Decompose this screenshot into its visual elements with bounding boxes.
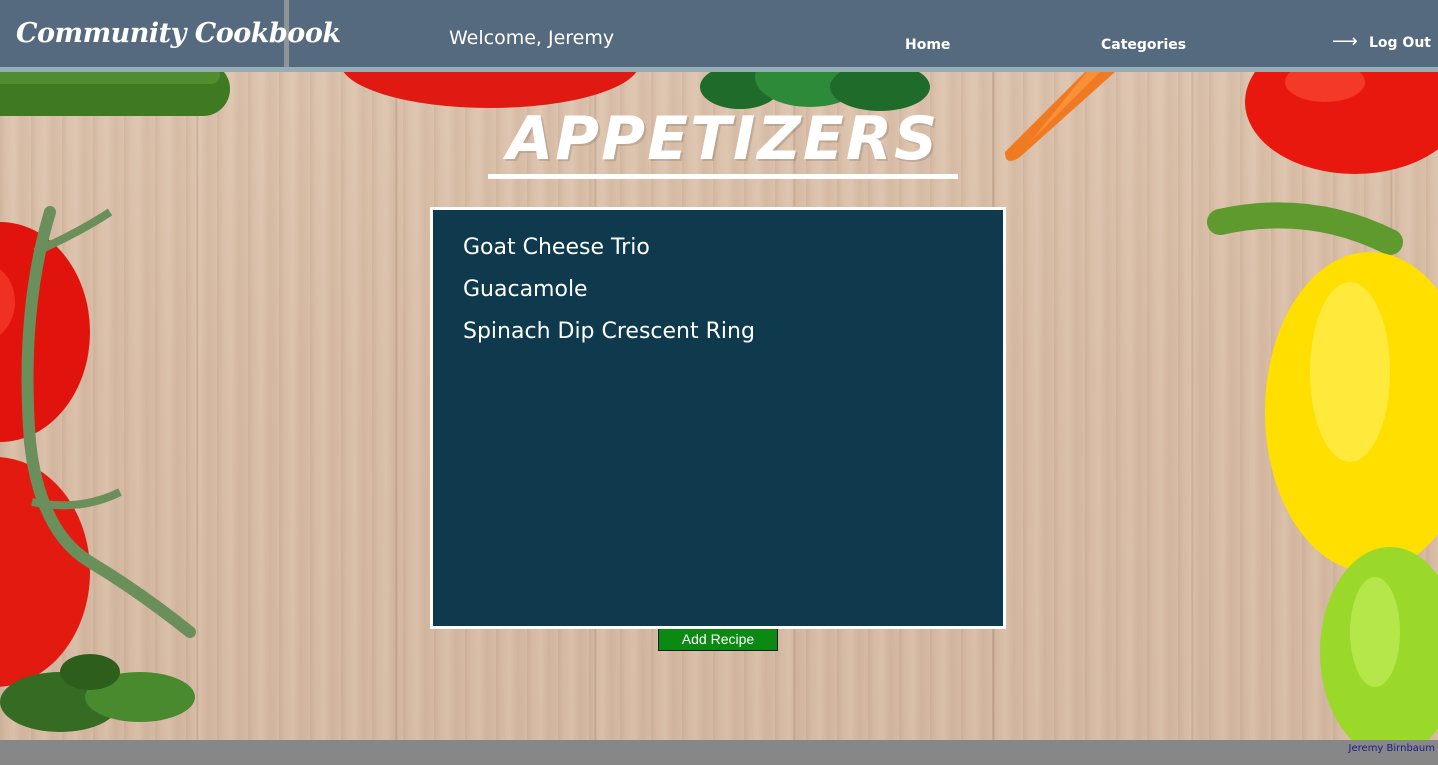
recipe-list: Goat Cheese Trio Guacamole Spinach Dip C… [433, 210, 1003, 353]
brand-title[interactable]: Community Cookbook [16, 18, 341, 49]
brand: Community Cookbook [0, 0, 341, 67]
logout-link[interactable]: ⟶ Log Out [1332, 31, 1431, 52]
category-title-underline [488, 174, 958, 179]
recipe-item-spinach-dip[interactable]: Spinach Dip Crescent Ring [463, 311, 1003, 353]
arrow-right-icon: ⟶ [1332, 31, 1358, 52]
recipe-item-goat-cheese-trio[interactable]: Goat Cheese Trio [463, 227, 1003, 269]
nav-home-link[interactable]: Home [905, 37, 950, 53]
footer: Jeremy Birnbaum [0, 740, 1438, 765]
footer-credit: Jeremy Birnbaum [1348, 743, 1435, 754]
carrot-image [1005, 72, 1115, 161]
logout-label: Log Out [1369, 35, 1431, 51]
category-title: APPETIZERS [506, 104, 940, 174]
recipe-item-guacamole[interactable]: Guacamole [463, 269, 1003, 311]
cucumber-image [0, 72, 230, 116]
green-pepper-image [1320, 547, 1438, 740]
welcome-message: Welcome, Jeremy [449, 27, 615, 49]
add-recipe-button[interactable]: Add Recipe [658, 629, 778, 651]
recipe-list-panel: Goat Cheese Trio Guacamole Spinach Dip C… [430, 207, 1006, 629]
tomatoes-left-image [0, 206, 196, 687]
tomato-right-image [1245, 72, 1438, 174]
top-nav-bar: Community Cookbook Welcome, Jeremy Home … [0, 0, 1438, 72]
yellow-pepper-image [1207, 202, 1438, 572]
herbs-image [0, 654, 195, 732]
nav-categories-link[interactable]: Categories [1101, 37, 1186, 53]
